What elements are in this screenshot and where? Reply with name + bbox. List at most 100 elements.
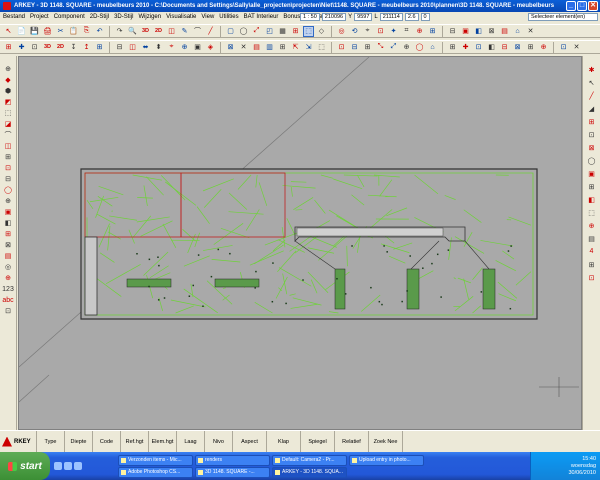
toolbar2-tool-icon[interactable]: ⊕ bbox=[179, 42, 190, 53]
toolbar2-tool-icon[interactable]: ✕ bbox=[571, 42, 582, 53]
toolbar1-tool-icon[interactable]: ⟲ bbox=[349, 26, 360, 37]
toolbar2-tool-icon[interactable]: ⊞ bbox=[3, 42, 14, 53]
command-spiegel[interactable]: Spiegel bbox=[300, 431, 334, 452]
toolbar1-tool-icon[interactable]: ▣ bbox=[460, 26, 471, 37]
toolbar2-tool-icon[interactable]: ✚ bbox=[460, 42, 471, 53]
command-aspect[interactable]: Aspect bbox=[232, 431, 266, 452]
quick-launch-icon[interactable] bbox=[54, 462, 62, 470]
toolbar2-tool-icon[interactable]: ⊡ bbox=[336, 42, 347, 53]
toolbar1-tool-icon[interactable]: 💾 bbox=[29, 26, 40, 37]
left-tool-icon[interactable]: ◆ bbox=[2, 75, 15, 85]
toolbar1-tool-icon[interactable]: 🔍 bbox=[127, 26, 138, 37]
toolbar2-tool-icon[interactable]: ⊟ bbox=[114, 42, 125, 53]
command-nivo[interactable]: Nivo bbox=[204, 431, 232, 452]
toolbar2-tool-icon[interactable]: 2D bbox=[55, 42, 66, 53]
command-elem-hgt[interactable]: Elem.hgt bbox=[148, 431, 176, 452]
right-tool-icon[interactable]: ↖ bbox=[585, 77, 598, 88]
right-tool-icon[interactable]: ⊡ bbox=[585, 272, 598, 283]
selector-dropdown[interactable]: Selecteer element(en) bbox=[528, 13, 598, 21]
toolbar2-tool-icon[interactable]: ⬌ bbox=[140, 42, 151, 53]
toolbar2-tool-icon[interactable]: ◯ bbox=[414, 42, 425, 53]
toolbar1-tool-icon[interactable]: ↷ bbox=[114, 26, 125, 37]
toolbar2-tool-icon[interactable]: ✚ bbox=[16, 42, 27, 53]
right-tool-icon[interactable]: ✱ bbox=[585, 64, 598, 75]
left-tool-icon[interactable]: ◩ bbox=[2, 97, 15, 107]
right-tool-icon[interactable]: ▣ bbox=[585, 168, 598, 179]
toolbar1-tool-icon[interactable]: 📄 bbox=[16, 26, 27, 37]
toolbar1-tool-icon[interactable]: ╱ bbox=[205, 26, 216, 37]
toolbar1-tool-icon[interactable]: ⊞ bbox=[427, 26, 438, 37]
command-diepte[interactable]: Diepte bbox=[64, 431, 92, 452]
right-tool-icon[interactable]: ⬚ bbox=[585, 207, 598, 218]
toolbar2-tool-icon[interactable]: ⊠ bbox=[512, 42, 523, 53]
taskbar-button[interactable]: Upload entry in photo... bbox=[349, 455, 424, 466]
toolbar1-tool-icon[interactable]: 3D bbox=[140, 26, 151, 37]
toolbar2-tool-icon[interactable]: ▣ bbox=[192, 42, 203, 53]
command-zoek-nee[interactable]: Zoek Nee bbox=[368, 431, 402, 452]
drawing-canvas[interactable] bbox=[18, 56, 582, 430]
toolbar1-tool-icon[interactable]: ⊞ bbox=[290, 26, 301, 37]
taskbar-button[interactable]: 3D 1148. SQUARE -... bbox=[195, 467, 270, 478]
toolbar2-tool-icon[interactable]: ⊟ bbox=[349, 42, 360, 53]
minimize-button[interactable]: _ bbox=[566, 1, 576, 11]
toolbar2-tool-icon[interactable]: ⇱ bbox=[290, 42, 301, 53]
left-tool-icon[interactable]: ⊞ bbox=[2, 152, 15, 162]
toolbar2-tool-icon[interactable]: ⊞ bbox=[525, 42, 536, 53]
menu-item-2[interactable]: Component bbox=[54, 14, 85, 20]
start-button[interactable]: start bbox=[0, 452, 50, 480]
left-tool-icon[interactable]: 123 bbox=[2, 284, 15, 294]
toolbar2-tool-icon[interactable]: ↥ bbox=[81, 42, 92, 53]
left-tool-icon[interactable]: ▣ bbox=[2, 207, 15, 217]
toolbar2-tool-icon[interactable]: ⤡ bbox=[375, 42, 386, 53]
taskbar-button[interactable]: renders bbox=[195, 455, 270, 466]
right-tool-icon[interactable]: ╱ bbox=[585, 90, 598, 101]
x-coordinate-field[interactable]: 210096 bbox=[321, 13, 347, 21]
toolbar2-tool-icon[interactable]: ⊞ bbox=[94, 42, 105, 53]
toolbar2-tool-icon[interactable]: ⊕ bbox=[538, 42, 549, 53]
toolbar1-tool-icon[interactable]: 🖨 bbox=[42, 26, 53, 37]
toolbar2-tool-icon[interactable]: ⤢ bbox=[388, 42, 399, 53]
toolbar2-tool-icon[interactable]: ⊡ bbox=[558, 42, 569, 53]
toolbar2-tool-icon[interactable]: ⬍ bbox=[153, 42, 164, 53]
toolbar1-tool-icon[interactable]: ✂ bbox=[55, 26, 66, 37]
toolbar1-tool-icon[interactable]: ⤢ bbox=[251, 26, 262, 37]
left-tool-icon[interactable]: ◎ bbox=[2, 262, 15, 272]
right-tool-icon[interactable]: ⊞ bbox=[585, 259, 598, 270]
toolbar2-tool-icon[interactable]: ⊠ bbox=[225, 42, 236, 53]
z-field[interactable]: 2.6 bbox=[404, 13, 419, 21]
toolbar2-tool-icon[interactable]: ⊡ bbox=[29, 42, 40, 53]
left-tool-icon[interactable]: ▤ bbox=[2, 251, 15, 261]
toolbar1-tool-icon[interactable]: ▢ bbox=[225, 26, 236, 37]
left-tool-icon[interactable]: ◯ bbox=[2, 185, 15, 195]
toolbar1-tool-icon[interactable]: ◰ bbox=[264, 26, 275, 37]
menu-item-1[interactable]: Project bbox=[30, 14, 49, 20]
toolbar1-tool-icon[interactable]: ⌗ bbox=[401, 26, 412, 37]
toolbar1-tool-icon[interactable]: ▤ bbox=[499, 26, 510, 37]
right-tool-icon[interactable]: ⊡ bbox=[585, 129, 598, 140]
left-tool-icon[interactable]: ⊞ bbox=[2, 229, 15, 239]
toolbar1-tool-icon[interactable]: ◧ bbox=[473, 26, 484, 37]
taskbar-button[interactable]: Adobe Photoshop CS... bbox=[118, 467, 193, 478]
toolbar1-tool-icon[interactable]: ✎ bbox=[179, 26, 190, 37]
toolbar1-tool-icon[interactable]: ⊕ bbox=[414, 26, 425, 37]
toolbar2-tool-icon[interactable]: ↧ bbox=[68, 42, 79, 53]
left-tool-icon[interactable]: ⊟ bbox=[2, 174, 15, 184]
toolbar1-tool-icon[interactable]: ⎘ bbox=[81, 26, 92, 37]
toolbar2-tool-icon[interactable]: ⬚ bbox=[316, 42, 327, 53]
toolbar1-tool-icon[interactable]: ◯ bbox=[238, 26, 249, 37]
toolbar1-tool-icon[interactable]: ↶ bbox=[94, 26, 105, 37]
command-relatief[interactable]: Relatief bbox=[334, 431, 368, 452]
left-tool-icon[interactable]: ⊕ bbox=[2, 196, 15, 206]
menu-item-4[interactable]: 3D-Stijl bbox=[114, 14, 133, 20]
taskbar-button[interactable]: ARKEY - 3D 1148. SQUA... bbox=[272, 467, 347, 478]
left-tool-icon[interactable]: abc bbox=[2, 295, 15, 305]
menu-item-3[interactable]: 2D-Stijl bbox=[90, 14, 109, 20]
toolbar1-tool-icon[interactable]: ⌂ bbox=[512, 26, 523, 37]
left-tool-icon[interactable]: ⌒ bbox=[2, 130, 15, 140]
toolbar1-tool-icon[interactable]: ⊠ bbox=[486, 26, 497, 37]
left-tool-icon[interactable]: ◧ bbox=[2, 218, 15, 228]
toolbar2-tool-icon[interactable]: ◈ bbox=[205, 42, 216, 53]
menu-item-8[interactable]: Utilities bbox=[219, 14, 238, 20]
right-tool-icon[interactable]: ⊠ bbox=[585, 142, 598, 153]
toolbar1-tool-icon[interactable]: ◎ bbox=[336, 26, 347, 37]
